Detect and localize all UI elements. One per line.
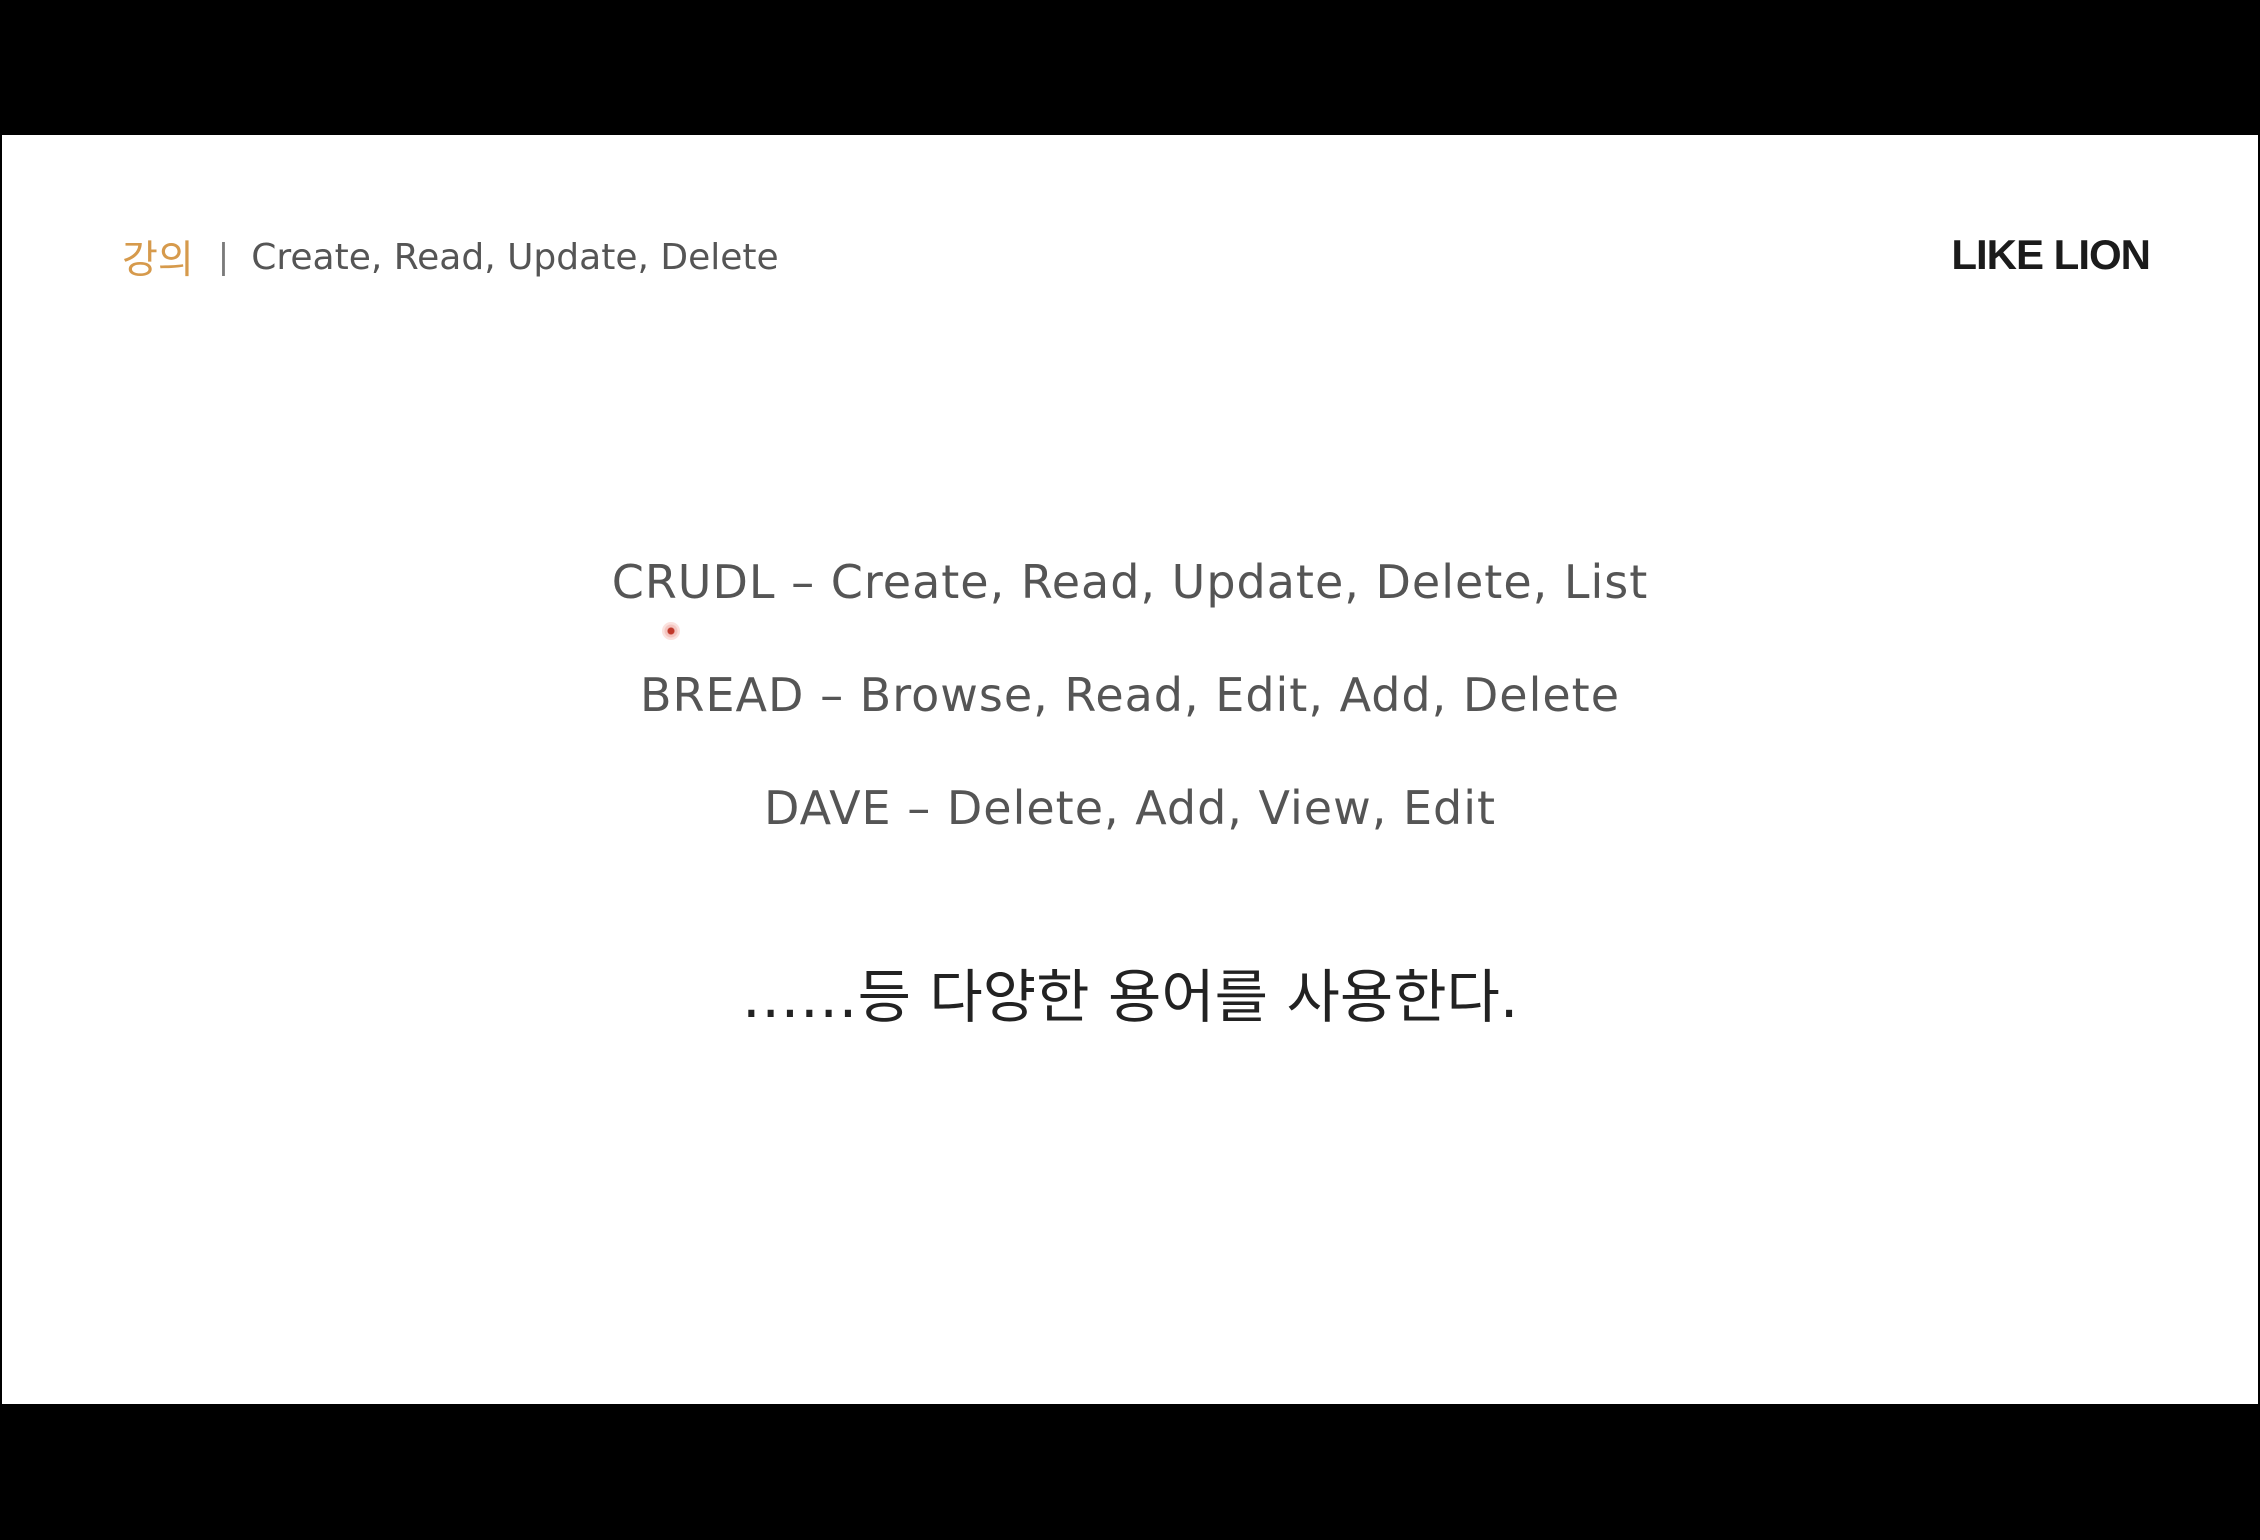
bread-line: BREAD – Browse, Read, Edit, Add, Delete xyxy=(639,668,1621,722)
summary-text: ……등 다양한 용어를 사용한다. xyxy=(741,963,1519,1031)
section-title: Create, Read, Update, Delete xyxy=(251,236,779,278)
presentation-slide: 강의 | Create, Read, Update, Delete LIKE L… xyxy=(2,135,2258,1404)
crudl-line: CRUDL – Create, Read, Update, Delete, Li… xyxy=(611,555,1649,609)
letterbox-bottom xyxy=(0,1404,2260,1540)
slide-header: 강의 | Create, Read, Update, Delete xyxy=(122,217,779,297)
likelion-logo: LIKE LION xyxy=(1951,231,2151,278)
mouse-pointer-icon xyxy=(662,622,680,640)
dave-line: DAVE – Delete, Add, View, Edit xyxy=(763,781,1497,835)
header-separator: | xyxy=(217,237,230,277)
section-tag: 강의 xyxy=(122,238,194,283)
letterbox-top xyxy=(0,0,2260,135)
